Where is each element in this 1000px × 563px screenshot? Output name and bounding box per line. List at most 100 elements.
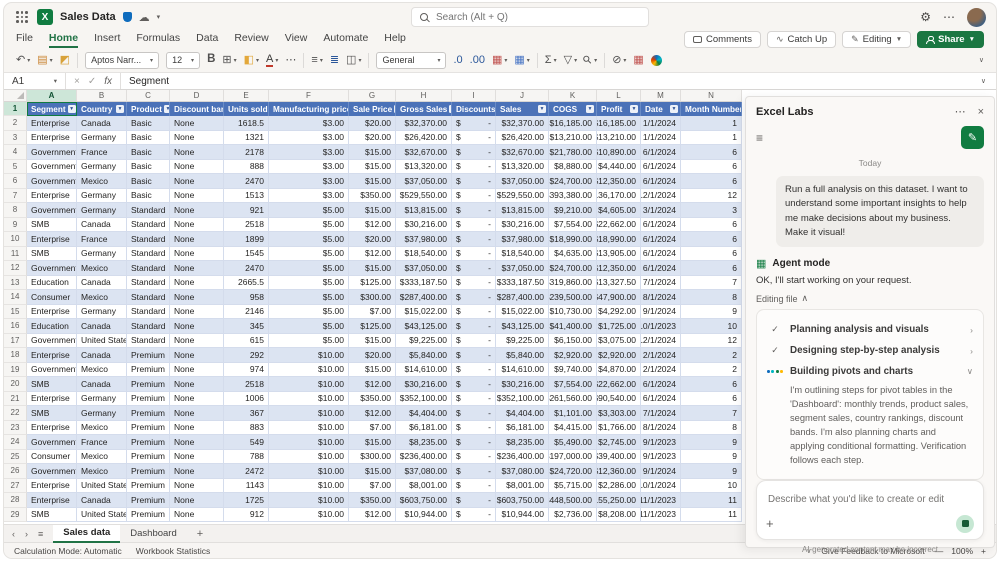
next-sheet-icon[interactable]: › <box>25 529 28 539</box>
cell[interactable]: $ - <box>452 261 496 276</box>
cell[interactable]: $20.00 <box>349 116 396 131</box>
column-header-D[interactable]: D <box>170 90 224 102</box>
cell[interactable]: $239,500.00 <box>549 290 597 305</box>
header-cell[interactable]: Segment ▼ <box>27 102 77 116</box>
cell[interactable]: SMB <box>27 217 77 232</box>
cell[interactable]: $10,890.00 <box>597 145 641 160</box>
cell[interactable]: Education <box>27 319 77 334</box>
cell[interactable]: None <box>170 275 224 290</box>
column-header-H[interactable]: H <box>396 90 452 102</box>
cell[interactable]: $8,001.00 <box>496 478 549 493</box>
cell[interactable]: 2 <box>681 348 742 363</box>
cell[interactable]: $393,380.00 <box>549 188 597 203</box>
cell[interactable]: 883 <box>224 420 269 435</box>
cell[interactable]: None <box>170 174 224 189</box>
cell[interactable]: 6 <box>681 232 742 247</box>
row-header-6[interactable]: 6 <box>4 174 27 189</box>
cell[interactable]: $3,303.00 <box>597 406 641 421</box>
cell[interactable]: $5.00 <box>269 246 349 261</box>
cell[interactable]: Government <box>27 174 77 189</box>
cell[interactable]: $5,840.00 <box>396 348 452 363</box>
cell[interactable]: $333,187.50 <box>396 275 452 290</box>
cell[interactable]: $10.00 <box>269 420 349 435</box>
cell[interactable]: $8,235.00 <box>496 435 549 450</box>
cell[interactable]: $15.00 <box>349 464 396 479</box>
cell[interactable]: $333,187.50 <box>496 275 549 290</box>
cell[interactable]: $350.00 <box>349 188 396 203</box>
cell[interactable]: $41,400.00 <box>549 319 597 334</box>
cell[interactable]: $2,736.00 <box>549 507 597 522</box>
cell[interactable]: $22,662.00 <box>597 377 641 392</box>
cell[interactable]: $43,125.00 <box>496 319 549 334</box>
cell[interactable]: $10.00 <box>269 377 349 392</box>
cell[interactable]: 6/1/2024 <box>641 174 681 189</box>
cell[interactable]: $10.00 <box>269 493 349 508</box>
cell[interactable]: $14,610.00 <box>396 362 452 377</box>
cell[interactable]: $30,216.00 <box>496 217 549 232</box>
cell[interactable]: $ - <box>452 275 496 290</box>
cell[interactable]: 1321 <box>224 130 269 145</box>
cell[interactable]: Germany <box>77 159 127 174</box>
cell[interactable]: 9 <box>681 464 742 479</box>
cell[interactable]: $1,101.00 <box>549 406 597 421</box>
cell[interactable]: Germany <box>77 130 127 145</box>
cell[interactable]: $4,404.00 <box>396 406 452 421</box>
cell[interactable]: Germany <box>77 203 127 218</box>
cell[interactable]: Mexico <box>77 449 127 464</box>
cell[interactable]: $13,210.00 <box>549 130 597 145</box>
cell[interactable]: $15.00 <box>349 174 396 189</box>
header-cell[interactable]: Country ▼ <box>77 102 127 116</box>
cell[interactable]: Premium <box>127 377 170 392</box>
cell[interactable]: $8,208.00 <box>597 507 641 522</box>
cell[interactable]: $22,662.00 <box>597 217 641 232</box>
filter-dropdown-icon[interactable]: ▼ <box>670 105 678 113</box>
cell[interactable]: 8/1/2024 <box>641 290 681 305</box>
cell[interactable]: 2/1/2024 <box>641 348 681 363</box>
cell[interactable]: $20.00 <box>349 348 396 363</box>
cell[interactable]: United States <box>77 507 127 522</box>
header-cell[interactable]: Profit ▼ <box>597 102 641 116</box>
row-header-2[interactable]: 2 <box>4 116 27 131</box>
cell[interactable]: $10,944.00 <box>396 507 452 522</box>
cell[interactable]: $5.00 <box>269 304 349 319</box>
conditional-formatting-icon[interactable]: ▦ ▾ <box>492 54 507 66</box>
cell[interactable]: $4,415.00 <box>549 420 597 435</box>
cell[interactable]: 2518 <box>224 217 269 232</box>
column-header-J[interactable]: J <box>496 90 549 102</box>
panel-close-icon[interactable]: × <box>978 106 984 118</box>
autosave-cloud-icon[interactable]: ☁ <box>139 11 150 24</box>
cell[interactable]: $529,550.00 <box>396 188 452 203</box>
cell[interactable]: Canada <box>77 275 127 290</box>
cell[interactable]: France <box>77 232 127 247</box>
cell[interactable]: $448,500.00 <box>549 493 597 508</box>
cell[interactable]: 2470 <box>224 174 269 189</box>
cell[interactable]: 6 <box>681 217 742 232</box>
cell[interactable]: $2,286.00 <box>597 478 641 493</box>
header-cell[interactable]: Manufacturing price▼ <box>269 102 349 116</box>
cell[interactable]: $21,780.00 <box>549 145 597 160</box>
cell[interactable]: $37,050.00 <box>496 261 549 276</box>
cell[interactable]: $20.00 <box>349 232 396 247</box>
select-all-corner[interactable] <box>4 90 27 102</box>
cell[interactable]: $6,150.00 <box>549 333 597 348</box>
cell[interactable]: $3,075.00 <box>597 333 641 348</box>
cell[interactable]: 6/1/2024 <box>641 145 681 160</box>
cell[interactable]: 2178 <box>224 145 269 160</box>
step-row[interactable]: ✓ Planning analysis and visuals › <box>765 319 975 340</box>
cell[interactable]: 6/1/2024 <box>641 159 681 174</box>
catch-up-button[interactable]: ∿ Catch Up <box>766 31 837 48</box>
cell[interactable]: Government <box>27 333 77 348</box>
cell[interactable]: $5.00 <box>269 333 349 348</box>
cell[interactable]: 6/1/2024 <box>641 377 681 392</box>
cell[interactable]: None <box>170 319 224 334</box>
cell[interactable]: 6 <box>681 159 742 174</box>
column-header-M[interactable]: M <box>641 90 681 102</box>
column-header-L[interactable]: L <box>597 90 641 102</box>
cell[interactable]: None <box>170 464 224 479</box>
cell[interactable]: 12/1/2024 <box>641 188 681 203</box>
cell[interactable]: $4,292.00 <box>597 304 641 319</box>
cell[interactable]: 6/1/2024 <box>641 217 681 232</box>
cell[interactable]: Premium <box>127 420 170 435</box>
cell[interactable]: $12.00 <box>349 507 396 522</box>
collapse-ribbon-icon[interactable]: ∨ <box>979 56 984 64</box>
